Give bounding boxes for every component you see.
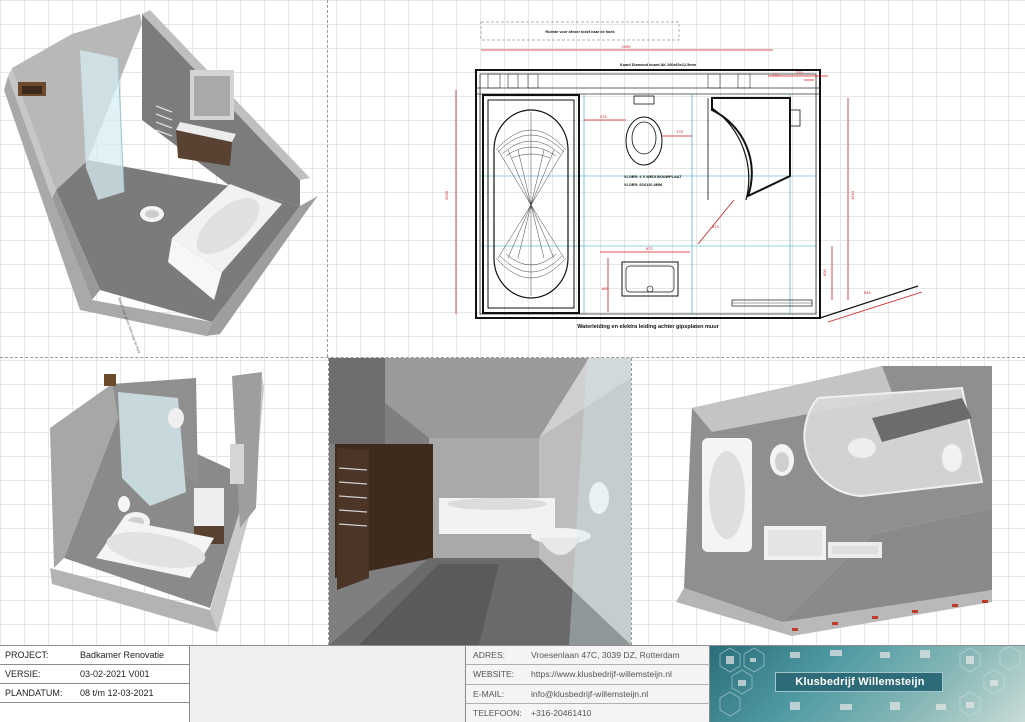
dim-diagonal: 873 [712,224,719,229]
plandate-value: 08 t/m 12-03-2021 [80,688,154,698]
company-name: Klusbedrijf Willemsteijn [795,676,925,688]
plan-note-board: Knauf Diamond board AK 260x60x12,5mm [620,63,697,67]
email-row: E-MAIL: info@klusbedrijf-willemsteijn.nl [466,685,710,704]
render-view-2 [0,358,328,645]
dim-sink-width: 972 [646,246,653,251]
plandate-row: PLANDATUM: 08 t/m 12-03-2021 [0,684,190,703]
render-3d-interior [329,358,631,645]
render-view-3 [329,358,631,645]
dim-toilet-right: 178 [676,129,683,134]
dim-right-height-2: 600 [822,269,827,276]
company-logo: Klusbedrijf Willemsteijn [710,646,1025,722]
render-3d-topdown [676,366,992,636]
project-label: PROJECT: [5,650,49,660]
website-row: WEBSITE: https://www.klusbedrijf-willems… [466,665,710,685]
plan-note-floor-1: VLOER: 4 X WEDI BOUWPLAAT [624,175,682,179]
email-link[interactable]: info@klusbedrijf-willemsteijn.nl [531,685,648,704]
address-row: ADRES: Vroesenlaan 47C, 3039 DZ, Rotterd… [466,646,710,666]
version-label: VERSIE: [5,669,41,679]
project-row: PROJECT: Badkamer Renovatie [0,646,190,665]
contact-info: ADRES: Vroesenlaan 47C, 3039 DZ, Rotterd… [466,646,710,722]
render-side-note: Ruimte voor afvoer toilet naar de hoek [117,297,141,354]
email-label: E-MAIL: [473,688,505,699]
render-view-4 [632,358,1025,645]
dim-toilet-offset: 376 [600,114,607,119]
dim-top-right: 370 [796,70,803,75]
phone-value: +316-20461410 [531,707,592,718]
plandate-label: PLANDATUM: [5,688,63,698]
title-block: PROJECT: Badkamer Renovatie VERSIE: 03-0… [0,645,1025,722]
logo-badge: Klusbedrijf Willemsteijn [775,672,943,692]
phone-row: TELEFOON: +316-20461410 [466,704,710,722]
render-3d-angled: Ruimte voor afvoer toilet naar de hoek [4,10,318,354]
render-3d-overview [50,372,264,632]
dim-left-height: 2030 [444,190,449,200]
dim-sink-height: 600 [602,286,609,291]
plan-note-top: Ruimte voor afvoer toilet naar de hoek [545,30,615,34]
title-block-blank [190,646,466,722]
version-row: VERSIE: 03-02-2021 V001 [0,665,190,684]
phone-label: TELEFOON: [473,707,522,718]
floor-plan: Ruimte voor afvoer toilet naar de hoek 2… [444,21,923,330]
dim-top-width: 2090 [622,44,632,49]
plan-note-floor-2: VLOER: 60X120 4MM [624,183,662,187]
render-view-1: Ruimte voor afvoer toilet naar de hoek [0,0,327,357]
address-value: Vroesenlaan 47C, 3039 DZ, Rotterdam [531,650,680,660]
address-label: ADRES: [473,650,505,660]
dim-door: 849 [864,290,871,295]
dim-right-height: 1610 [850,190,855,200]
website-link[interactable]: https://www.klusbedrijf-willemsteijn.nl [531,665,672,684]
website-label: WEBSITE: [473,669,515,680]
version-value: 03-02-2021 V001 [80,669,150,679]
project-value: Badkamer Renovatie [80,650,165,660]
project-info: PROJECT: Badkamer Renovatie VERSIE: 03-0… [0,646,190,722]
floor-plan-view: Ruimte voor afvoer toilet naar de hoek 2… [328,0,1025,357]
plan-note-bottom: Waterleiding en elektra leiding achter g… [577,324,719,330]
